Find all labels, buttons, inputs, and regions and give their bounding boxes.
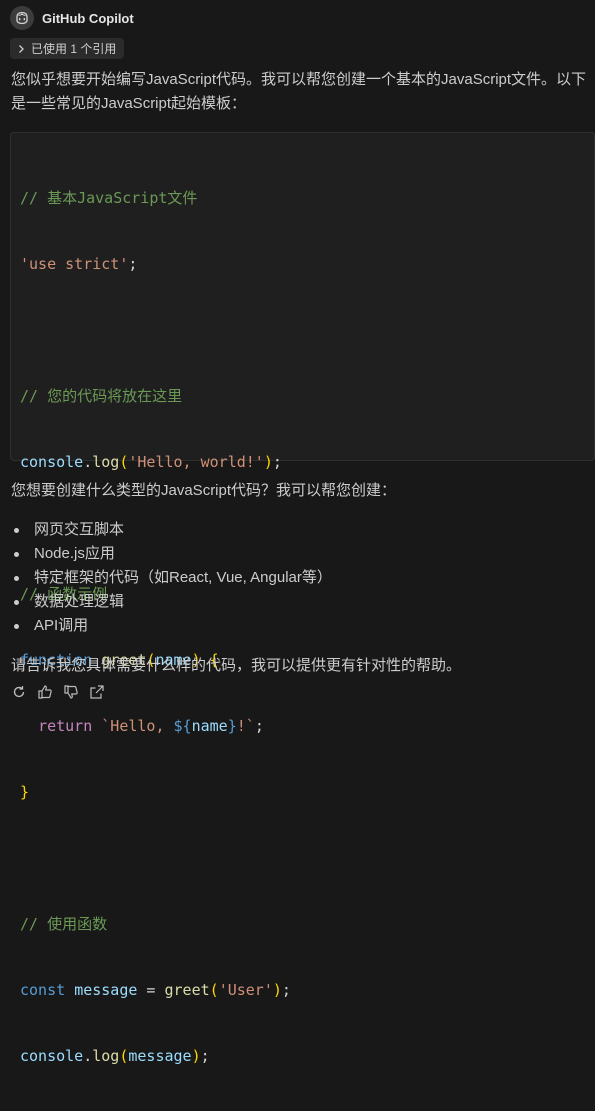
code-line: // 基本JavaScript文件 <box>20 189 198 207</box>
bullet-icon <box>14 527 19 533</box>
code-block[interactable]: // 基本JavaScript文件 'use strict'; // 您的代码将… <box>10 132 595 1065</box>
author-name: GitHub Copilot <box>42 10 134 26</box>
list-item: API调用 <box>11 614 332 638</box>
bullet-icon <box>14 599 19 605</box>
bullet-icon <box>14 551 19 557</box>
options-list: 网页交互脚本 Node.js应用 特定框架的代码（如React, Vue, An… <box>11 518 332 638</box>
list-item: 网页交互脚本 <box>11 518 332 542</box>
bullet-icon <box>14 575 19 581</box>
chevron-right-icon <box>19 44 24 53</box>
copilot-icon <box>10 6 34 30</box>
bullet-icon <box>14 623 19 629</box>
code-line: 'use strict'; <box>20 255 138 273</box>
question-paragraph: 您想要创建什么类型的JavaScript代码？我可以帮您创建： <box>11 482 397 499</box>
code-line: } <box>20 783 30 801</box>
list-item: 特定框架的代码（如React, Vue, Angular等） <box>11 566 332 590</box>
code-line: return `Hello, ${name}!`; <box>38 717 264 735</box>
message-header: GitHub Copilot <box>10 6 134 30</box>
code-line: // 使用函数 <box>20 915 108 933</box>
code-line: // 您的代码将放在这里 <box>20 387 183 405</box>
intro-paragraph: 您似乎想要开始编写JavaScript代码。我可以帮您创建一个基本的JavaSc… <box>11 71 587 112</box>
closing-paragraph: 请告诉我您具体需要什么样的代码，我可以提供更有针对性的帮助。 <box>11 657 462 674</box>
code-line: console.log(message); <box>20 1047 210 1065</box>
references-label: 已使用 1 个引用 <box>31 42 117 56</box>
code-line: const message = greet('User'); <box>20 981 291 999</box>
list-item: Node.js应用 <box>11 542 332 566</box>
code-string: 'use strict' <box>20 255 129 273</box>
references-toggle[interactable]: 已使用 1 个引用 <box>10 38 125 59</box>
list-item: 数据处理逻辑 <box>11 590 332 614</box>
code-line: console.log('Hello, world!'); <box>20 453 282 471</box>
